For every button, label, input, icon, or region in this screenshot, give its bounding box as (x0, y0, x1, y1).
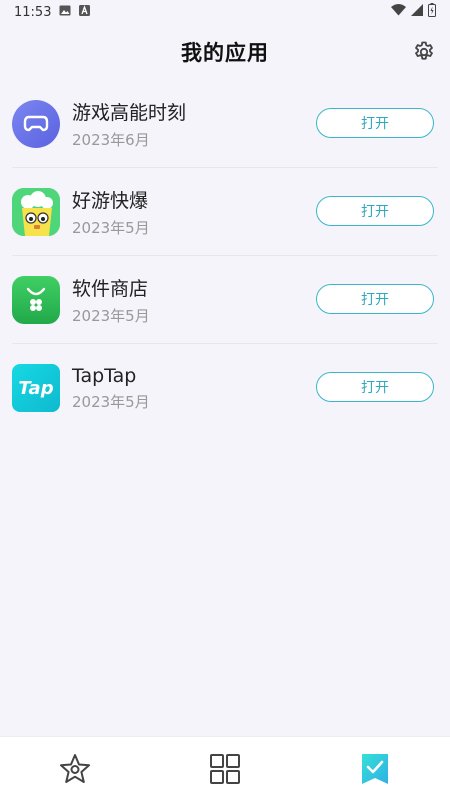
app-name: 软件商店 (72, 277, 149, 300)
nav-item-featured[interactable] (45, 739, 105, 799)
battery-icon (428, 3, 436, 21)
bottom-nav (0, 736, 450, 800)
image-icon (59, 5, 71, 20)
open-button[interactable]: 打开 (316, 284, 434, 314)
list-item: Tap TapTap 2023年5月 打开 (12, 344, 438, 432)
nav-item-categories[interactable] (195, 739, 255, 799)
gear-icon (415, 41, 433, 60)
open-button[interactable]: 打开 (316, 196, 434, 226)
gamepad-icon (12, 99, 60, 148)
app-name: 游戏高能时刻 (72, 101, 187, 124)
header: 我的应用 (0, 24, 450, 80)
popcorn-mascot-icon (12, 187, 60, 236)
app-date: 2023年5月 (72, 218, 150, 237)
open-button[interactable]: 打开 (316, 372, 434, 402)
settings-button[interactable] (410, 38, 438, 66)
grid-icon (210, 753, 240, 784)
status-bar: 11:53 (0, 0, 450, 24)
app-store-bag-icon (12, 275, 60, 324)
taptap-logo-text: Tap (18, 377, 54, 399)
taptap-logo-icon: Tap (12, 364, 60, 412)
screen: 11:53 我的应用 游戏高能时刻 2023年6月 打开 好游快爆 2023年5… (0, 0, 450, 800)
list-item: 软件商店 2023年5月 打开 (12, 256, 438, 344)
app-name: 好游快爆 (72, 189, 149, 212)
open-button[interactable]: 打开 (316, 108, 434, 138)
list-item: 好游快爆 2023年5月 打开 (12, 168, 438, 256)
app-list: 游戏高能时刻 2023年6月 打开 好游快爆 2023年5月 打开 软件商店 2… (0, 80, 450, 432)
a-letter-icon (79, 4, 91, 20)
signal-icon (411, 4, 423, 20)
app-name: TapTap (72, 364, 137, 387)
app-date: 2023年5月 (72, 392, 150, 411)
nav-item-my-apps[interactable] (345, 739, 405, 799)
app-date: 2023年5月 (72, 306, 150, 325)
page-title: 我的应用 (181, 41, 269, 65)
star-icon (60, 753, 90, 783)
wifi-icon (391, 4, 406, 20)
app-date: 2023年6月 (72, 130, 150, 149)
list-item: 游戏高能时刻 2023年6月 打开 (12, 80, 438, 168)
bookmark-check-icon (362, 753, 388, 784)
status-time: 11:53 (14, 4, 52, 20)
